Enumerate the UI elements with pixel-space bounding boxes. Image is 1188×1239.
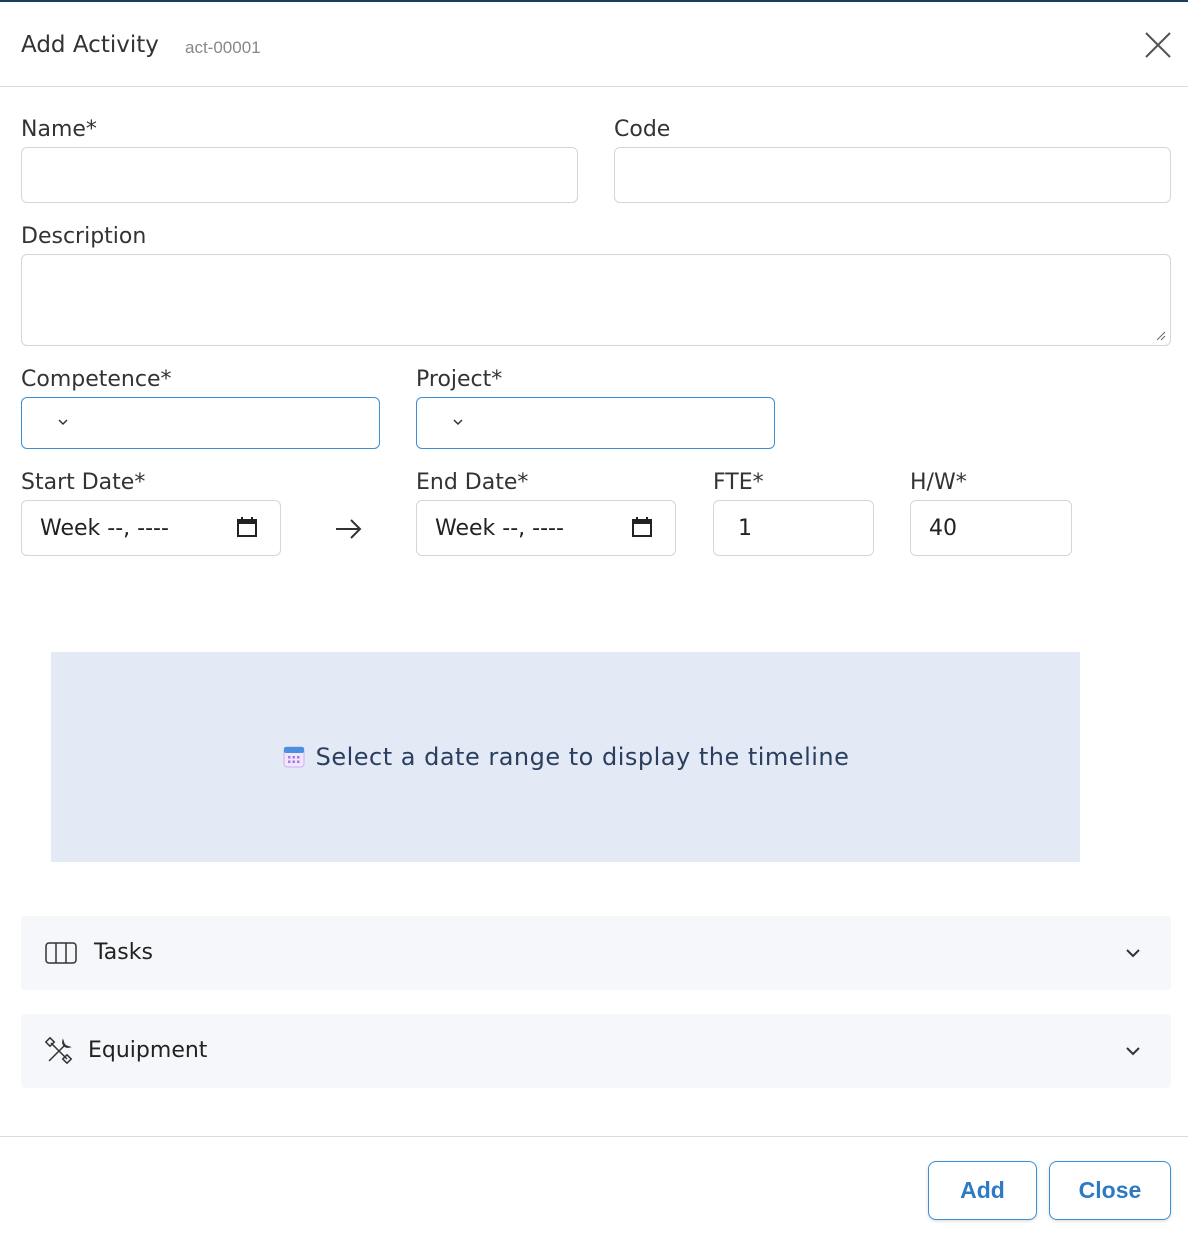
resize-grip-icon[interactable]	[1156, 331, 1166, 341]
chevron-down-icon	[1126, 1047, 1140, 1056]
equipment-section-header[interactable]: Equipment	[21, 1014, 1171, 1088]
timeline-message: Select a date range to display the timel…	[315, 743, 850, 771]
calendar-icon[interactable]	[236, 516, 258, 538]
tasks-label: Tasks	[94, 940, 153, 965]
add-button[interactable]: Add	[928, 1161, 1037, 1220]
hw-input[interactable]: 40	[910, 500, 1072, 556]
calendar-icon	[283, 746, 305, 768]
tools-icon	[45, 1037, 73, 1065]
chevron-down-icon	[58, 419, 68, 426]
dialog-title: Add Activity	[21, 32, 159, 58]
timeline-placeholder: Select a date range to display the timel…	[51, 652, 1080, 862]
project-label: Project*	[416, 367, 503, 392]
name-input[interactable]	[21, 147, 578, 203]
start-date-input[interactable]: Week --, ----	[21, 500, 281, 556]
hw-label: H/W*	[910, 470, 967, 495]
calendar-icon[interactable]	[631, 516, 653, 538]
project-select[interactable]	[416, 397, 775, 449]
description-textarea[interactable]	[21, 254, 1171, 346]
name-label: Name*	[21, 117, 97, 142]
end-date-label: End Date*	[416, 470, 529, 495]
activity-id: act-00001	[185, 38, 261, 57]
code-label: Code	[614, 117, 671, 142]
close-button[interactable]: Close	[1049, 1161, 1171, 1220]
dialog-header: Add Activity act-00001	[0, 2, 1188, 87]
code-input[interactable]	[614, 147, 1171, 203]
chevron-down-icon	[453, 419, 463, 426]
start-date-label: Start Date*	[21, 470, 146, 495]
equipment-label: Equipment	[88, 1038, 208, 1063]
end-date-input[interactable]: Week --, ----	[416, 500, 676, 556]
tasks-section-header[interactable]: Tasks	[21, 916, 1171, 990]
fte-input[interactable]: 1	[713, 500, 874, 556]
competence-select[interactable]	[21, 397, 380, 449]
columns-icon	[45, 942, 77, 964]
description-label: Description	[21, 224, 147, 249]
chevron-down-icon	[1126, 949, 1140, 958]
fte-label: FTE*	[713, 470, 764, 495]
close-icon[interactable]	[1143, 30, 1173, 60]
footer-divider	[0, 1136, 1188, 1137]
competence-label: Competence*	[21, 367, 172, 392]
arrow-right-icon	[336, 519, 362, 539]
